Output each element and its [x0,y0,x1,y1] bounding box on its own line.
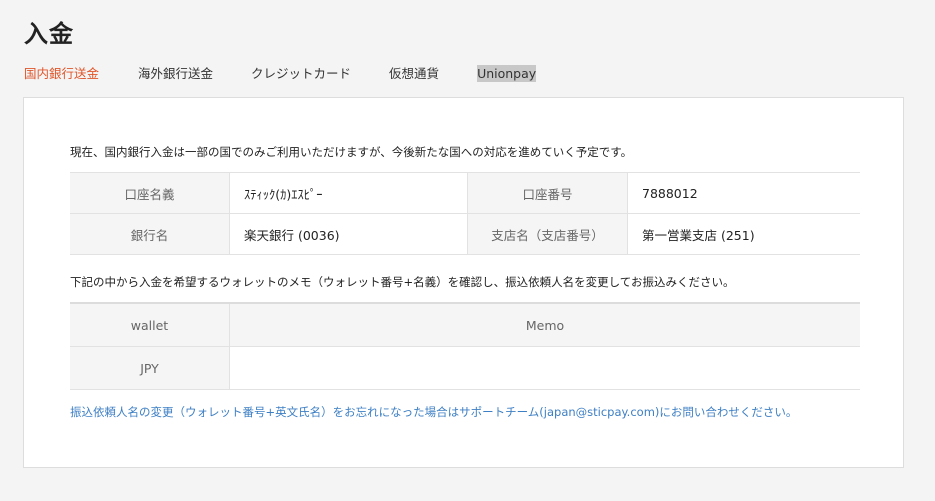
account-holder-label: 口座名義 [70,172,230,214]
table-row: 銀行名 楽天銀行 (0036) 支店名（支店番号） 第一営業支店 (251) [70,213,860,255]
page-title: 入金 [24,20,74,48]
deposit-panel: 現在、国内銀行入金は一部の国でのみご利用いただけますが、今後新たな国への対応を進… [23,97,904,468]
bank-name-label: 銀行名 [70,213,230,255]
account-number-label: 口座番号 [467,172,628,214]
account-number-value: 7888012 [627,172,860,214]
bank-name-value: 楽天銀行 (0036) [229,213,468,255]
column-header-memo: Memo [229,302,860,347]
column-header-wallet: wallet [70,302,230,347]
tab-domestic-bank-transfer[interactable]: 国内銀行送金 [24,62,101,100]
instruction-text: 下記の中から入金を希望するウォレットのメモ（ウォレット番号+名義）を確認し、振込… [70,275,735,289]
tab-overseas-bank-transfer[interactable]: 海外銀行送金 [138,62,213,98]
intro-text: 現在、国内銀行入金は一部の国でのみご利用いただけますが、今後新たな国への対応を進… [70,145,633,159]
tab-unionpay-label: Unionpay [477,65,537,82]
deposit-method-tabs: 国内銀行送金 海外銀行送金 クレジットカード 仮想通貨 Unionpay [24,62,574,100]
wallet-cell: JPY [70,346,230,390]
tab-credit-card[interactable]: クレジットカード [251,62,351,98]
memo-cell [229,346,860,390]
table-row: 口座名義 ｽﾃｨｯｸ(ｶ)ｴｽﾋﾟｰ 口座番号 7888012 [70,172,860,214]
account-holder-value: ｽﾃｨｯｸ(ｶ)ｴｽﾋﾟｰ [229,172,468,214]
bank-info-table: 口座名義 ｽﾃｨｯｸ(ｶ)ｴｽﾋﾟｰ 口座番号 7888012 銀行名 楽天銀行… [70,172,860,255]
tab-crypto[interactable]: 仮想通貨 [389,62,439,98]
branch-label: 支店名（支店番号） [467,213,628,255]
wallet-memo-table: wallet Memo JPY [70,302,860,390]
table-header-row: wallet Memo [70,302,860,347]
table-row: JPY [70,346,860,390]
branch-value: 第一営業支店 (251) [627,213,860,255]
tab-unionpay[interactable]: Unionpay [477,62,537,98]
support-note: 振込依頼人名の変更（ウォレット番号+英文氏名）をお忘れになった場合はサポートチー… [70,405,798,419]
